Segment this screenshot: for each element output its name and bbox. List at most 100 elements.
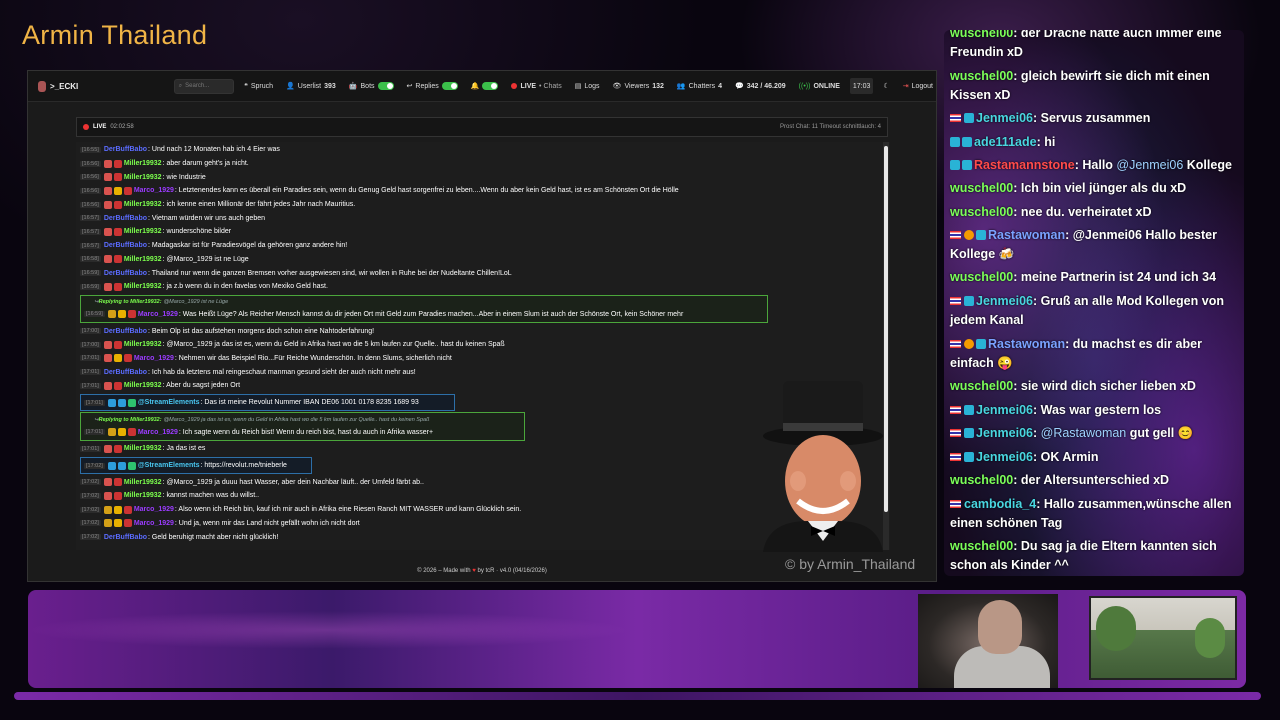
message-username[interactable]: Miller19932 bbox=[124, 283, 162, 290]
brand[interactable]: >_ECKI bbox=[38, 80, 174, 92]
vip-badge-icon bbox=[113, 491, 122, 500]
message-username[interactable]: Marco_1929 bbox=[134, 506, 174, 513]
message-username[interactable]: Miller19932 bbox=[124, 256, 162, 263]
message-username[interactable]: Miller19932 bbox=[124, 492, 162, 499]
logout-label: Logout bbox=[911, 82, 933, 90]
overlay-chat-line: Freundin xD bbox=[950, 43, 1240, 62]
message-text: : kannst machen was du willst.. bbox=[162, 492, 260, 500]
mod-badge-icon bbox=[103, 255, 112, 264]
tree-shape bbox=[1096, 606, 1136, 651]
message-username[interactable]: DerBuffBabo bbox=[104, 369, 147, 376]
replies-toggle[interactable]: ↩ Replies bbox=[404, 78, 461, 94]
live-duration: 02:02:58 bbox=[110, 124, 134, 130]
sound-switch[interactable] bbox=[482, 82, 499, 90]
message-timestamp: [16:56] bbox=[80, 187, 101, 194]
vip-badge-icon bbox=[113, 282, 122, 291]
message-username[interactable]: Miller19932 bbox=[124, 201, 162, 208]
message-username[interactable]: Miller19932 bbox=[124, 228, 162, 235]
message-timestamp: [17:02] bbox=[80, 506, 101, 513]
message-username[interactable]: Marco_1929 bbox=[134, 520, 174, 527]
overlay-chat-username: wuschel00 bbox=[950, 270, 1014, 284]
overlay-chat-text: Kollege bbox=[1183, 158, 1232, 172]
streamelements-logo-icon bbox=[127, 398, 136, 407]
overlay-chat-username: Jenmei06 bbox=[976, 450, 1033, 464]
message-username[interactable]: DerBuffBabo bbox=[104, 215, 147, 222]
message-username[interactable]: Marco_1929 bbox=[134, 187, 174, 194]
message-username[interactable]: DerBuffBabo bbox=[104, 270, 147, 277]
overlay-chat-username: wuschel00 bbox=[950, 379, 1014, 393]
overlay-chat-username: ade111ade bbox=[974, 135, 1037, 149]
overlay-chat-username: wuschel00 bbox=[950, 30, 1014, 40]
message-timestamp: [17:02] bbox=[84, 462, 105, 469]
chat-message: [17:01] Marco_1929: Nehmen wir das Beispi… bbox=[80, 352, 780, 366]
userlist-button[interactable]: 👤 Userlist 393 bbox=[283, 78, 339, 94]
overlay-chat-text: schon als Kinder ^^ bbox=[950, 558, 1069, 572]
robot-icon: 🤖 bbox=[348, 83, 358, 90]
chatters-stat: 👥 Chatters 4 bbox=[674, 78, 725, 94]
overlay-chat-username: wuschel00 bbox=[950, 69, 1014, 83]
message-username[interactable]: DerBuffBabo bbox=[104, 146, 147, 153]
message-username[interactable]: Marco_1929 bbox=[138, 429, 178, 436]
chat-message: [16:56] Miller19932: ich kenne einen Mill… bbox=[80, 198, 780, 212]
mod-badge-icon bbox=[103, 478, 112, 487]
overlay-chat-username: Rastawoman bbox=[988, 337, 1066, 351]
message-username[interactable]: Marco_1929 bbox=[134, 355, 174, 362]
chat-message: [17:01] DerBuffBabo: Ich hab da letztens … bbox=[80, 365, 780, 379]
message-text: : https://revolut.me/tnieberle bbox=[200, 462, 287, 470]
vip-badge-icon bbox=[127, 428, 136, 437]
overlay-chat-text: : Hallo zusammen,wünsche allen bbox=[1036, 497, 1232, 511]
theme-toggle[interactable]: ☾ bbox=[880, 78, 892, 94]
message-text: : aber darum geht's ja nicht. bbox=[162, 160, 249, 168]
replies-switch[interactable] bbox=[441, 82, 458, 90]
reply-to-label: Replying to Miller19932: bbox=[98, 416, 162, 423]
chat-message: [16:59] Miller19932: ja z.b wenn du in de… bbox=[80, 280, 780, 294]
sound-toggle[interactable]: 🔔 bbox=[468, 78, 502, 94]
chat-message: [17:01] Miller19932: Ja das ist es bbox=[80, 442, 780, 456]
spruch-button[interactable]: ❝ Spruch bbox=[241, 78, 276, 94]
chat-message: [17:02] @StreamElements: https://revolut.… bbox=[84, 459, 308, 473]
message-username[interactable]: Miller19932 bbox=[124, 174, 162, 181]
logout-icon: ⇥ bbox=[902, 83, 909, 90]
logs-button[interactable]: ▤ Logs bbox=[572, 78, 603, 94]
reply-context: ↪ Replying to Miller19932: @Marco_1929 is… bbox=[84, 297, 764, 308]
overlay-chat-text: : gleich bewirft sie dich mit einen bbox=[1013, 69, 1210, 83]
bots-toggle[interactable]: 🤖 Bots bbox=[346, 78, 397, 94]
message-username[interactable]: Miller19932 bbox=[124, 382, 162, 389]
message-text: : Aber du sagst jeden Ort bbox=[162, 382, 241, 390]
message-username[interactable]: DerBuffBabo bbox=[104, 534, 147, 541]
moderator-badge-icon bbox=[950, 137, 960, 147]
message-username[interactable]: @StreamElements bbox=[138, 399, 200, 406]
message-timestamp: [16:58] bbox=[80, 256, 101, 263]
message-username[interactable]: Miller19932 bbox=[124, 341, 162, 348]
overlay-chat-line: ade111ade: hi bbox=[950, 133, 1240, 152]
overlay-chat-text: Freundin xD bbox=[950, 45, 1023, 59]
live-chats-button[interactable]: LIVE • Chats bbox=[508, 78, 564, 94]
tree-shape bbox=[1195, 618, 1225, 658]
mod-badge-icon bbox=[103, 200, 112, 209]
overlay-chat-text: einfach 😜 bbox=[950, 356, 1013, 370]
messages-count: 342 / 46.209 bbox=[746, 82, 786, 90]
bots-switch[interactable] bbox=[377, 82, 394, 90]
message-username[interactable]: Miller19932 bbox=[124, 479, 162, 486]
overlay-chat-username: wuschel00 bbox=[950, 181, 1014, 195]
moderator-badge-icon bbox=[962, 160, 972, 170]
message-username[interactable]: @StreamElements bbox=[138, 462, 200, 469]
crown-badge-icon bbox=[107, 428, 116, 437]
footer-version: by tcR · v4.0 (04/16/2026) bbox=[477, 568, 547, 574]
search-input[interactable]: ⌕ Search... bbox=[173, 78, 235, 94]
chat-message: [16:59] DerBuffBabo: Thailand nur wenn di… bbox=[80, 266, 780, 280]
message-username[interactable]: Miller19932 bbox=[124, 445, 162, 452]
logout-button[interactable]: ⇥ Logout bbox=[900, 78, 936, 94]
chat-counters: Prost Chat: 11 Timeout schnittlauch: 4 bbox=[780, 124, 881, 130]
crown-badge-icon bbox=[107, 310, 116, 319]
overlay-chat-username: wuschel00 bbox=[950, 539, 1014, 553]
message-timestamp: [16:57] bbox=[80, 228, 101, 235]
message-username[interactable]: Miller19932 bbox=[124, 160, 162, 167]
message-username[interactable]: DerBuffBabo bbox=[104, 242, 147, 249]
overlay-chat-line: Rastamannstone: Hallo @Jenmei06 Kollege bbox=[950, 156, 1240, 175]
message-username[interactable]: Marco_1929 bbox=[138, 311, 178, 318]
overlay-chat-line: Kollege 🍻 bbox=[950, 245, 1240, 264]
streamelements-logo-icon bbox=[127, 461, 136, 470]
bot-badge-icon bbox=[107, 461, 116, 470]
message-username[interactable]: DerBuffBabo bbox=[104, 328, 147, 335]
